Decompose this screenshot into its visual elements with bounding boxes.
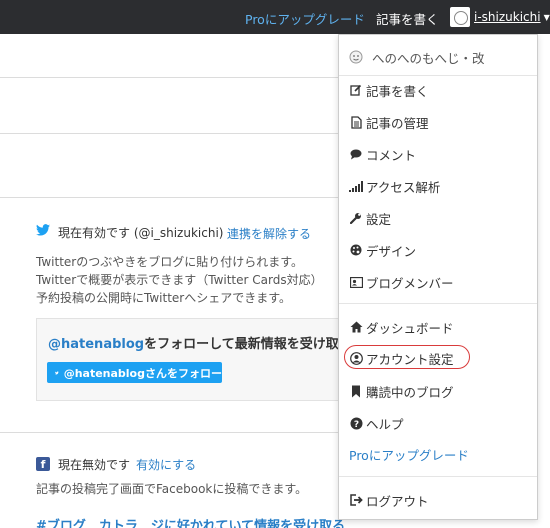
menu-item-label: ダッシュボード: [366, 320, 454, 336]
menu-item-subscriptions[interactable]: 購読中のブログ: [349, 380, 454, 402]
twitter-bird-icon: [55, 370, 59, 374]
follow-handle: @hatenablog: [48, 337, 145, 352]
follow-box-title: @hatenablogをフォローして最新情報を受け取る: [48, 333, 352, 352]
facebook-icon: f: [36, 457, 50, 471]
menu-item-label: ヘルプ: [366, 416, 404, 432]
divider: [0, 432, 338, 433]
facebook-enable-link[interactable]: 有効にする: [136, 456, 196, 473]
menu-item-design[interactable]: デザイン: [349, 239, 416, 261]
divider: [0, 77, 338, 78]
menu-item-help[interactable]: ? ヘルプ: [349, 412, 404, 434]
menu-item-logout[interactable]: ログアウト: [349, 489, 429, 511]
menu-item-comment[interactable]: コメント: [349, 143, 416, 165]
username: i-shizukichi: [474, 10, 541, 24]
divider: [0, 133, 338, 134]
menu-item-label: 記事を書く: [366, 83, 429, 99]
twitter-bird-icon: [36, 224, 50, 236]
wrench-icon: [349, 211, 363, 225]
palette-icon: [349, 243, 363, 257]
dropdown-separator: [339, 476, 537, 477]
highlight-annotation: [344, 345, 470, 369]
menu-item-analytics[interactable]: アクセス解析: [349, 175, 440, 197]
dropdown-blog-name[interactable]: へのへのもへじ・改: [349, 46, 485, 68]
menu-item-label: 記事の管理: [366, 115, 429, 131]
menu-item-manage[interactable]: 記事の管理: [349, 111, 429, 133]
dropdown-separator: [339, 303, 537, 304]
menu-item-label: アクセス解析: [366, 179, 441, 195]
twitter-desc-line: Twitterのつぶやきをブログに貼り付けられます。: [36, 255, 304, 269]
follow-button-label: @hatenablogさんをフォロー: [63, 366, 222, 380]
menu-item-members[interactable]: ブログメンバー: [349, 271, 454, 293]
comment-icon: [349, 147, 363, 161]
facebook-status-label: 現在無効です: [58, 458, 131, 472]
svg-text:?: ?: [353, 420, 358, 430]
twitter-status-label: 現在有効です: [58, 226, 131, 240]
blog-avatar-icon: [349, 50, 363, 64]
menu-item-settings[interactable]: 設定: [349, 207, 391, 229]
user-menu-toggle[interactable]: i-shizukichi ▼: [450, 6, 550, 28]
question-icon: ?: [349, 416, 363, 430]
caret-down-icon: ▼: [543, 12, 550, 22]
divider: [0, 197, 338, 198]
user-dropdown-menu: へのへのもへじ・改 記事を書く 記事の管理 コメント アクセス解析 設定 デザイ…: [338, 34, 538, 520]
twitter-account: (@i_shizukichi): [133, 226, 224, 240]
logout-icon: [349, 493, 363, 507]
follow-hatenablog-button[interactable]: @hatenablogさんをフォロー: [47, 362, 222, 383]
home-icon: [349, 320, 363, 334]
twitter-desc-line: 予約投稿の公開時にTwitterへシェアできます。: [36, 291, 292, 305]
facebook-follow-title: #ブログ カトラ ジに好かれていて情報を受け取る: [36, 519, 346, 528]
member-card-icon: [349, 275, 363, 289]
pro-upgrade-link[interactable]: Proにアップグレード: [245, 9, 365, 28]
signal-bars-icon: [349, 179, 363, 193]
dropdown-separator: [339, 75, 537, 76]
menu-item-label: ブログメンバー: [366, 275, 454, 291]
menu-item-dashboard[interactable]: ダッシュボード: [349, 316, 454, 338]
menu-item-pro-upgrade[interactable]: Proにアップグレード: [349, 443, 469, 465]
bookmark-icon: [349, 384, 363, 398]
twitter-unlink-link[interactable]: 連携を解除する: [227, 225, 311, 242]
document-icon: [349, 115, 363, 129]
menu-item-label: ログアウト: [366, 493, 429, 509]
edit-icon: [349, 83, 363, 97]
top-navigation-bar: Proにアップグレード 記事を書く i-shizukichi ▼: [0, 0, 550, 34]
menu-item-label: コメント: [366, 147, 417, 163]
blog-name-label: へのへのもへじ・改: [372, 50, 485, 66]
menu-item-label: 購読中のブログ: [366, 384, 454, 400]
follow-hatenablog-box: @hatenablogをフォローして最新情報を受け取る @hatenablogさ…: [36, 318, 356, 401]
twitter-desc-line: Twitterで概要が表示できます（Twitter Cards対応）: [36, 273, 323, 287]
blog-avatar-icon: [450, 7, 470, 27]
facebook-desc: 記事の投稿完了画面でFacebookに投稿できます。: [36, 482, 308, 496]
write-article-link[interactable]: 記事を書く: [376, 9, 439, 28]
menu-item-write[interactable]: 記事を書く: [349, 79, 429, 101]
twitter-status: 現在有効です (@i_shizukichi): [58, 224, 223, 241]
follow-title-text: をフォローして最新情報を受け取る: [144, 337, 352, 352]
menu-item-label: 設定: [366, 211, 392, 227]
menu-item-label: デザイン: [366, 243, 417, 259]
